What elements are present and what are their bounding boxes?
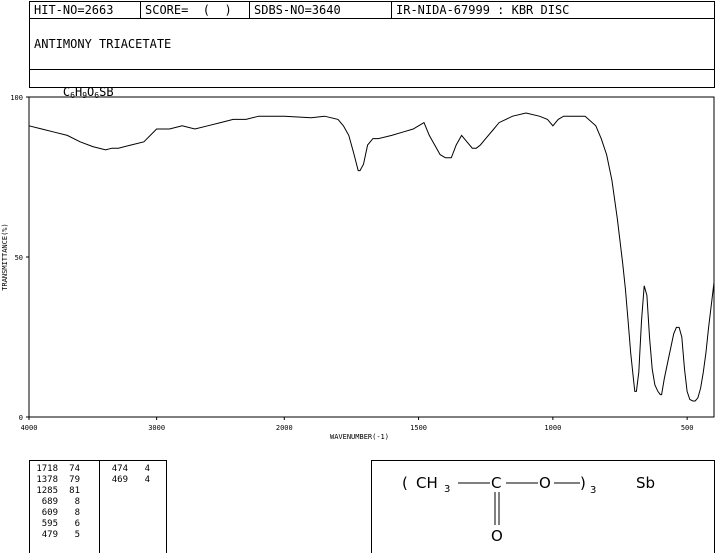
peak-transmittance: 6 bbox=[74, 519, 80, 529]
peak-row: 595 6 bbox=[30, 519, 99, 530]
peak-row: 474 4 bbox=[100, 464, 166, 475]
x-tick-label: 500 bbox=[681, 424, 694, 432]
peak-wavenumber: 609 bbox=[41, 508, 58, 518]
structure-carbonyl-oxygen: O bbox=[491, 527, 503, 545]
structure-carbon: C bbox=[491, 474, 501, 492]
peak-table: 1718 74 1378 79 1285 81 689 8 609 8 595 6 479 5 474 4 4… bbox=[29, 460, 167, 553]
structure-open-paren: ( bbox=[402, 474, 408, 492]
x-axis-label: WAVENUMBER(-1) bbox=[330, 433, 389, 441]
x-tick-label: 1500 bbox=[410, 424, 427, 432]
compound-name: ANTIMONY TRIACETATE bbox=[34, 37, 172, 51]
peak-transmittance: 8 bbox=[74, 508, 80, 518]
structure-box: ( CH 3 C O ) 3 Sb O bbox=[371, 460, 715, 553]
peak-wavenumber: 1718 bbox=[36, 464, 58, 474]
peak-transmittance: 81 bbox=[69, 486, 80, 496]
peak-transmittance: 4 bbox=[144, 475, 150, 485]
peak-column-1: 1718 74 1378 79 1285 81 689 8 609 8 595 6 479 5 bbox=[30, 461, 100, 553]
x-tick-label: 1000 bbox=[544, 424, 561, 432]
peak-row: 1378 79 bbox=[30, 475, 99, 486]
x-tick-label: 4000 bbox=[21, 424, 38, 432]
header-bar: HIT-NO=2663 SCORE= ( ) SDBS-NO=3640 IR-N… bbox=[29, 1, 715, 19]
peak-transmittance: 79 bbox=[69, 475, 80, 485]
x-tick-label: 3000 bbox=[148, 424, 165, 432]
y-tick-label: 100 bbox=[10, 94, 23, 102]
hit-number: HIT-NO=2663 bbox=[30, 2, 141, 19]
structure-ch-subscript: 3 bbox=[444, 484, 450, 495]
peak-wavenumber: 689 bbox=[41, 497, 58, 507]
peak-wavenumber: 1378 bbox=[36, 475, 58, 485]
peak-wavenumber: 479 bbox=[41, 530, 58, 540]
compound-info: ANTIMONY TRIACETATE C6H9O6SB bbox=[29, 18, 715, 100]
peak-row: 1718 74 bbox=[30, 464, 99, 475]
peak-transmittance: 74 bbox=[69, 464, 80, 474]
y-axis-label: TRANSMITTANCE(%) bbox=[1, 223, 9, 290]
y-tick-label: 50 bbox=[15, 254, 23, 262]
peak-row: 479 5 bbox=[30, 530, 99, 541]
sdbs-number: SDBS-NO=3640 bbox=[250, 2, 392, 19]
structure-close-paren: ) bbox=[580, 474, 586, 492]
y-tick-label: 0 bbox=[19, 414, 23, 422]
peak-row: 689 8 bbox=[30, 497, 99, 508]
structure-ch: CH bbox=[416, 474, 438, 492]
peak-wavenumber: 469 bbox=[111, 475, 128, 485]
peak-transmittance: 8 bbox=[74, 497, 80, 507]
ir-source: IR-NIDA-67999 : KBR DISC bbox=[396, 3, 570, 17]
structure-antimony: Sb bbox=[636, 474, 655, 492]
peak-wavenumber: 595 bbox=[41, 519, 58, 529]
peak-transmittance: 5 bbox=[74, 530, 80, 540]
structure-oxygen: O bbox=[539, 474, 551, 492]
peak-row: 609 8 bbox=[30, 508, 99, 519]
peak-row: 1285 81 bbox=[30, 486, 99, 497]
peak-transmittance: 4 bbox=[144, 464, 150, 474]
score: SCORE= ( ) bbox=[141, 2, 250, 19]
x-tick-label: 2000 bbox=[276, 424, 293, 432]
structure-drawing: ( CH 3 C O ) 3 Sb O bbox=[402, 474, 655, 545]
spectrum-line bbox=[28, 112, 715, 402]
structure-close-subscript: 3 bbox=[590, 485, 596, 496]
peak-column-2: 474 4 469 4 bbox=[100, 461, 166, 553]
peak-wavenumber: 1285 bbox=[36, 486, 58, 496]
peak-wavenumber: 474 bbox=[111, 464, 128, 474]
peak-row: 469 4 bbox=[100, 475, 166, 486]
